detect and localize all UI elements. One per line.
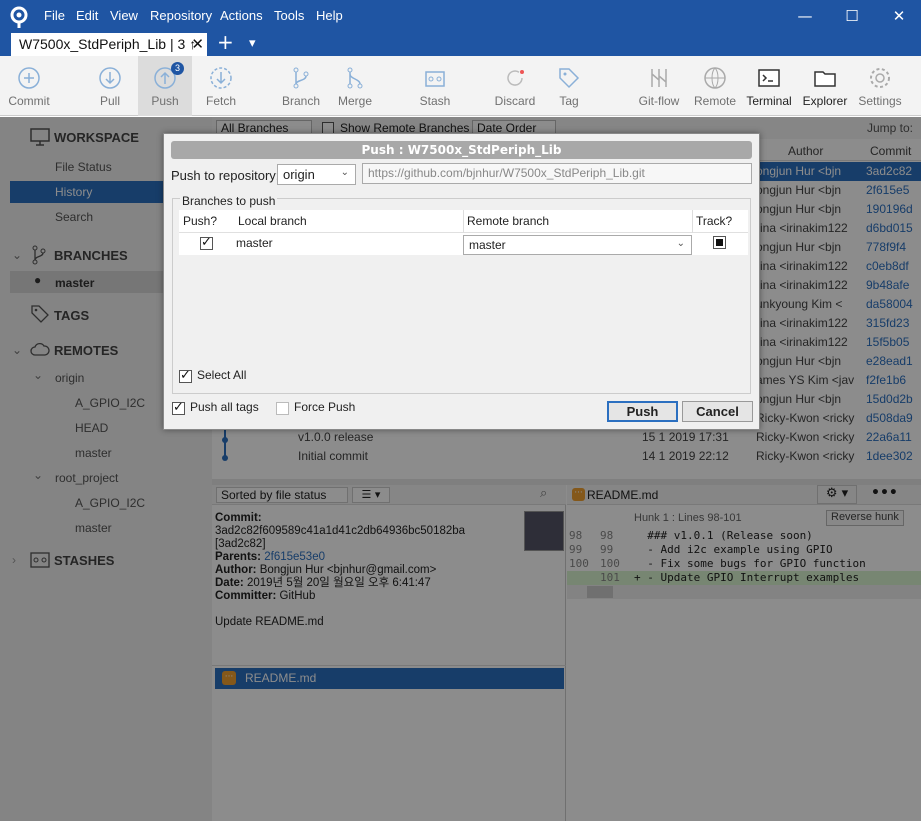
push-count-badge: 3 <box>171 62 185 75</box>
maximize-button[interactable]: ☐ <box>837 4 867 28</box>
commit-button[interactable]: Commit <box>0 56 58 116</box>
branch-button[interactable]: Branch <box>274 56 328 116</box>
push-dialog: Push : W7500x_StdPeriph_Lib Push to repo… <box>163 133 760 430</box>
merge-button[interactable]: Merge <box>328 56 382 116</box>
menu-help[interactable]: Help <box>316 8 343 23</box>
force-push-label: Force Push <box>294 400 356 414</box>
gear-icon <box>870 68 890 88</box>
branches-group: Branches to push Push? Local branch Remo… <box>172 194 751 394</box>
toolbar: Commit Pull 3 Push Fetch Branch Merge St… <box>0 56 921 116</box>
menu-edit[interactable]: Edit <box>76 8 98 23</box>
repository-select[interactable]: origin ⌄ <box>277 164 356 185</box>
commit-icon <box>18 67 40 89</box>
menu-view[interactable]: View <box>110 8 138 23</box>
remote-button[interactable]: Remote <box>688 56 742 116</box>
chevron-down-icon: ⌄ <box>340 167 349 178</box>
merge-icon <box>347 67 363 89</box>
fetch-button[interactable]: Fetch <box>194 56 248 116</box>
branch-table-header: Push? Local branch Remote branch Track? <box>179 210 748 233</box>
branches-group-title: Branches to push <box>180 194 278 208</box>
minimize-button[interactable]: — <box>790 4 820 28</box>
gitflow-icon <box>651 69 667 87</box>
repo-tab[interactable]: W7500x_StdPeriph_Lib | 3 ↑ ✕ <box>11 33 207 56</box>
push-confirm-button[interactable]: Push <box>607 401 678 422</box>
menu-file[interactable]: File <box>44 8 65 23</box>
title-bar: File Edit View Repository Actions Tools … <box>0 0 921 56</box>
stash-button[interactable]: Stash <box>408 56 462 116</box>
gitflow-button[interactable]: Git-flow <box>632 56 686 116</box>
push-all-tags-checkbox[interactable] <box>172 400 185 415</box>
dialog-title: Push : W7500x_StdPeriph_Lib <box>171 141 752 159</box>
pull-icon <box>99 67 121 89</box>
tag-button[interactable]: Tag <box>542 56 596 116</box>
discard-icon <box>507 70 524 86</box>
branch-table: Push? Local branch Remote branch Track? … <box>179 210 748 255</box>
terminal-icon <box>758 69 780 87</box>
track-checkbox[interactable] <box>713 236 726 249</box>
pull-button[interactable]: Pull <box>82 56 138 116</box>
tab-menu-button[interactable]: ▾ <box>249 36 256 51</box>
stash-icon <box>425 71 445 87</box>
tab-close-icon[interactable]: ✕ <box>191 35 204 53</box>
explorer-button[interactable]: Explorer <box>798 56 852 116</box>
col-push: Push? <box>183 214 218 228</box>
select-all-label: Select All <box>197 368 247 382</box>
menu-repository[interactable]: Repository <box>150 8 212 23</box>
chevron-down-icon: ⌄ <box>676 238 685 249</box>
discard-button[interactable]: Discard <box>488 56 542 116</box>
close-button[interactable]: ✕ <box>884 4 914 28</box>
branch-row: master master⌄ <box>179 234 748 255</box>
fetch-icon <box>210 67 232 89</box>
local-branch-name: master <box>236 236 273 250</box>
branch-icon <box>293 67 309 89</box>
remote-branch-select[interactable]: master ⌄ <box>463 235 692 255</box>
push-all-tags-label: Push all tags <box>190 400 259 414</box>
terminal-button[interactable]: Terminal <box>742 56 796 116</box>
sourcetree-logo-icon <box>10 6 28 28</box>
push-button[interactable]: 3 Push <box>138 56 192 116</box>
force-push-checkbox[interactable] <box>276 402 289 415</box>
repository-url-field: https://github.com/bjnhur/W7500x_StdPeri… <box>362 163 752 184</box>
settings-button[interactable]: Settings <box>852 56 908 116</box>
select-all-checkbox[interactable] <box>179 368 192 383</box>
col-track: Track? <box>696 214 733 228</box>
new-tab-button[interactable]: + <box>217 30 234 54</box>
col-remote-branch: Remote branch <box>467 214 550 228</box>
cancel-button[interactable]: Cancel <box>682 401 753 422</box>
col-local-branch: Local branch <box>238 214 307 228</box>
menu-tools[interactable]: Tools <box>274 8 304 23</box>
push-branch-checkbox[interactable] <box>200 235 213 250</box>
push-to-label: Push to repository: <box>171 168 280 183</box>
folder-icon <box>814 71 836 87</box>
tag-icon <box>559 68 580 89</box>
menu-actions[interactable]: Actions <box>220 8 263 23</box>
repo-tab-label: W7500x_StdPeriph_Lib | 3 ↑ <box>19 36 197 52</box>
globe-icon <box>704 67 726 89</box>
